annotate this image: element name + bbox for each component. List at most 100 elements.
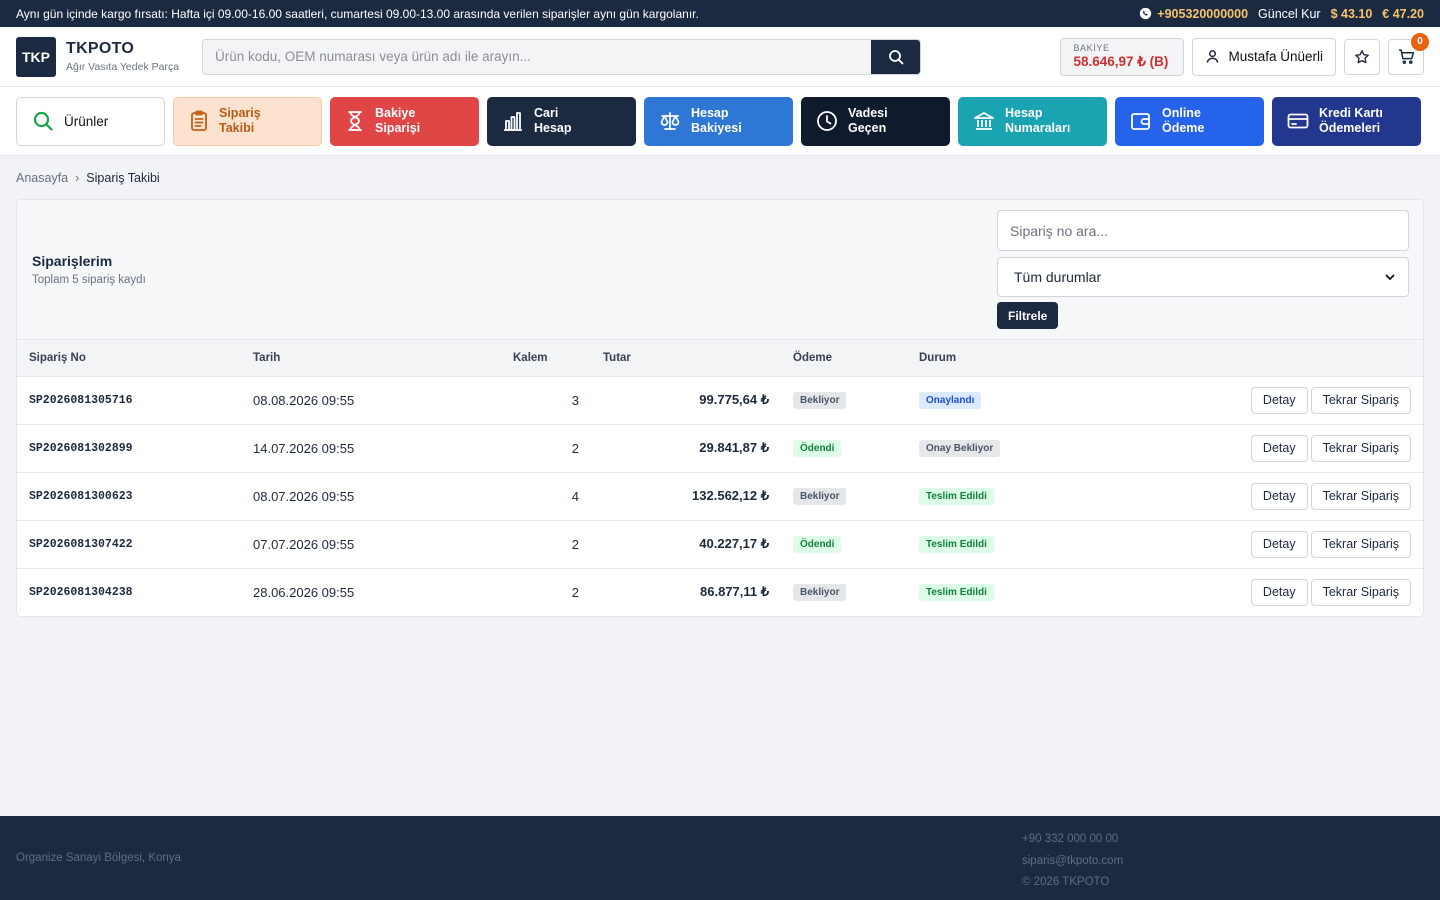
logo[interactable]: TKP <box>16 36 56 77</box>
nav-label: Bakiye <box>375 106 416 120</box>
nav-label: Ödeme <box>1162 121 1205 135</box>
wallet-icon <box>1131 113 1150 130</box>
nav-hesap-bakiyesi[interactable]: Hesap Bakiyesi <box>644 96 793 146</box>
table-row: SP2026081305716 08.08.2026 09:55 3 99.77… <box>17 376 1423 425</box>
phone-number: +905320000000 <box>1157 6 1249 21</box>
header: TKP TKPOTO Ağır Vasıta Yedek Parça BAKİY… <box>0 27 1440 87</box>
clock-icon <box>817 111 837 131</box>
favorites-button[interactable] <box>1344 38 1380 75</box>
nav-vadesi-gecen[interactable]: Vadesi Geçen <box>801 96 950 146</box>
status-badge: Onay Bekliyor <box>919 440 1001 457</box>
status-badge: Onaylandı <box>919 392 982 409</box>
table-row: SP2026081304238 28.06.2026 09:55 2 86.87… <box>17 568 1423 616</box>
nav-label: Online <box>1162 106 1201 120</box>
order-no[interactable]: SP2026081300623 <box>17 472 253 521</box>
brand-tagline: Ağır Vasıta Yedek Parça <box>66 61 180 73</box>
nav-label: Takibi <box>219 121 255 135</box>
table-header-row: Sipariş No Tarih Kalem Tutar Ödeme Durum <box>17 340 1423 377</box>
status-filter-value: Tüm durumlar <box>1014 269 1102 285</box>
nav-label: Vadesi <box>848 106 888 120</box>
order-items: 2 <box>485 424 587 473</box>
clipboard-icon <box>191 110 207 131</box>
detail-button[interactable]: Detay <box>1250 578 1308 606</box>
chevron-down-icon <box>1385 274 1395 281</box>
order-no[interactable]: SP2026081305716 <box>17 376 253 425</box>
reorder-button[interactable]: Tekrar Sipariş <box>1310 386 1411 414</box>
nav-siparis-takibi[interactable]: Sipariş Takibi <box>173 96 322 146</box>
detail-button[interactable]: Detay <box>1250 434 1308 462</box>
cart-count-badge: 0 <box>1411 32 1429 51</box>
col-header-date[interactable]: Tarih <box>253 340 485 377</box>
hourglass-icon <box>348 111 362 131</box>
user-menu-button[interactable]: Mustafa Ünüerli <box>1192 37 1336 76</box>
order-date: 08.08.2026 09:55 <box>253 376 485 425</box>
order-search-input[interactable] <box>997 210 1409 251</box>
balance-value: 58.646,97 ₺ (B) <box>1073 53 1169 69</box>
table-row: SP2026081302899 14.07.2026 09:55 2 29.84… <box>17 424 1423 473</box>
cart-button[interactable]: 0 <box>1388 32 1429 75</box>
order-items: 2 <box>485 520 587 569</box>
footer-phone[interactable]: +90 332 000 00 00 <box>1022 829 1123 851</box>
order-amount: 40.227,17 ₺ <box>587 520 777 569</box>
breadcrumb: Anasayfa › Sipariş Takibi <box>16 171 160 185</box>
nav-label: Hesap <box>534 121 572 135</box>
breadcrumb-separator: › <box>75 171 80 185</box>
payment-badge: Bekliyor <box>793 584 847 602</box>
detail-button[interactable]: Detay <box>1250 386 1308 414</box>
detail-button[interactable]: Detay <box>1250 530 1308 558</box>
bar-chart-icon <box>504 112 522 131</box>
order-amount: 132.562,12 ₺ <box>587 472 777 521</box>
filter-button[interactable]: Filtrele <box>997 302 1059 329</box>
star-icon <box>1355 49 1369 63</box>
announcement-bar: Aynı gün içinde kargo fırsatı: Hafta içi… <box>0 0 1440 27</box>
col-header-no[interactable]: Sipariş No <box>17 340 253 377</box>
breadcrumb-home[interactable]: Anasayfa <box>16 171 68 185</box>
orders-table: Sipariş No Tarih Kalem Tutar Ödeme Durum… <box>17 340 1423 616</box>
search-icon <box>888 49 903 64</box>
nav-label: Kredi Kartı <box>1319 106 1383 120</box>
rate-label: Güncel Kur <box>1258 6 1321 21</box>
nav-online-odeme[interactable]: Online Ödeme <box>1115 96 1264 146</box>
nav-label: Bakiyesi <box>691 121 742 135</box>
reorder-button[interactable]: Tekrar Sipariş <box>1310 530 1411 558</box>
detail-button[interactable]: Detay <box>1250 482 1308 510</box>
col-header-payment[interactable]: Ödeme <box>777 340 919 377</box>
reorder-button[interactable]: Tekrar Sipariş <box>1310 482 1411 510</box>
reorder-button[interactable]: Tekrar Sipariş <box>1310 434 1411 462</box>
status-filter-select[interactable]: Tüm durumlar <box>997 257 1409 297</box>
col-header-status[interactable]: Durum <box>919 340 1079 377</box>
nav-label: Sipariş <box>219 106 261 120</box>
nav-urunler[interactable]: Ürünler <box>16 96 165 146</box>
table-row: SP2026081307422 07.07.2026 09:55 2 40.22… <box>17 520 1423 569</box>
footer-copyright: © 2026 TKPOTO <box>1022 876 1110 888</box>
col-header-amount[interactable]: Tutar <box>587 340 777 377</box>
payment-badge: Bekliyor <box>793 488 847 505</box>
order-no[interactable]: SP2026081307422 <box>17 520 253 569</box>
brand-name: TKPOTO <box>66 40 135 57</box>
product-search-input[interactable] <box>203 39 871 74</box>
user-icon <box>1207 50 1219 63</box>
order-no[interactable]: SP2026081302899 <box>17 424 253 473</box>
footer-address: Organize Sanayi Bölgesi, Konya <box>16 852 181 864</box>
col-header-actions <box>1078 340 1423 377</box>
user-name: Mustafa Ünüerli <box>1228 49 1323 64</box>
balance-box[interactable]: BAKİYE 58.646,97 ₺ (B) <box>1060 37 1185 76</box>
nav-cari-hesap[interactable]: Cari Hesap <box>487 96 636 146</box>
breadcrumb-current: Sipariş Takibi <box>86 171 160 185</box>
nav-kredi-karti-odemeleri[interactable]: Kredi Kartı Ödemeleri <box>1272 96 1421 146</box>
brand[interactable]: TKPOTO Ağır Vasıta Yedek Parça <box>66 40 192 73</box>
footer-email[interactable]: siparis@tkpoto.com <box>1022 851 1123 873</box>
payment-badge: Ödendi <box>793 536 842 553</box>
col-header-items[interactable]: Kalem <box>485 340 587 377</box>
nav-label: Hesap <box>1005 106 1043 120</box>
announcement-text: Aynı gün içinde kargo fırsatı: Hafta içi… <box>16 6 699 21</box>
order-amount: 29.841,87 ₺ <box>587 424 777 473</box>
nav-bakiye-siparisi[interactable]: Bakiye Siparişi <box>330 96 479 146</box>
reorder-button[interactable]: Tekrar Sipariş <box>1310 578 1411 606</box>
order-amount: 86.877,11 ₺ <box>700 584 769 600</box>
order-no[interactable]: SP2026081304238 <box>17 568 253 616</box>
whatsapp-phone[interactable]: +905320000000 <box>1139 7 1248 21</box>
nav-hesap-numaralari[interactable]: Hesap Numaraları <box>958 96 1107 146</box>
search-button[interactable] <box>871 39 920 74</box>
nav-label: Cari <box>534 106 559 120</box>
